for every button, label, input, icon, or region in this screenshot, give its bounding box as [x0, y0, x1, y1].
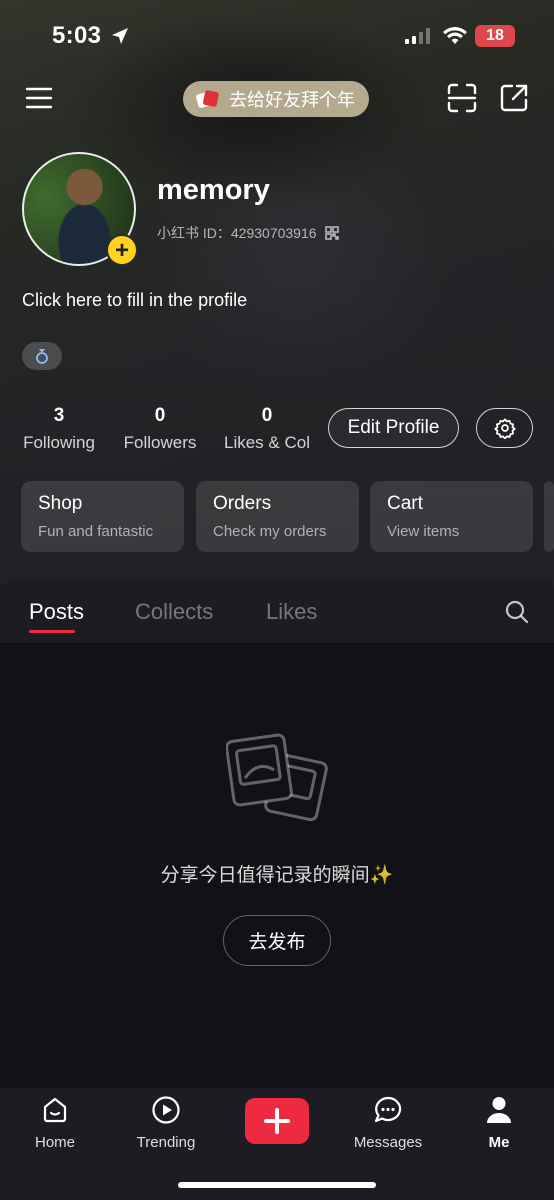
nav-me[interactable]: Me [449, 1092, 549, 1151]
cart-card[interactable]: Cart View items [370, 481, 533, 552]
publish-button[interactable]: 去发布 [223, 915, 331, 966]
scan-button[interactable] [444, 80, 480, 116]
nav-home-label: Home [34, 1134, 75, 1151]
nav-me-label: Me [488, 1134, 510, 1151]
tab-collects[interactable]: Collects [135, 599, 213, 625]
nav-trending-label: Trending [136, 1134, 196, 1151]
hamburger-menu-icon [25, 87, 53, 109]
user-icon [487, 1097, 511, 1123]
shop-card-title: Shop [38, 493, 83, 514]
top-bar: 去给好友拜个年 [0, 80, 554, 120]
bottom-navigation: Home Trending Messages Me [0, 1088, 554, 1200]
orders-card-title: Orders [213, 493, 272, 514]
likes-collects-count: 0 [261, 405, 273, 426]
profile-tag-chip[interactable] [22, 342, 62, 370]
avatar-container[interactable]: + [22, 152, 138, 266]
user-id-value: 42930703916 [230, 225, 317, 241]
qr-code-icon[interactable] [324, 226, 339, 240]
username: memory [157, 174, 270, 206]
search-icon[interactable] [504, 599, 530, 625]
cart-card-subtitle: View items [387, 523, 460, 540]
likes-collects-label: Likes & Col [224, 433, 310, 452]
followers-count: 0 [154, 405, 166, 426]
photos-placeholder-icon [226, 733, 328, 822]
shop-card[interactable]: Shop Fun and fantastic [21, 481, 184, 552]
gear-icon [493, 418, 516, 439]
orders-card-subtitle: Check my orders [213, 523, 327, 540]
orders-card[interactable]: Orders Check my orders [196, 481, 359, 552]
empty-state-message: 分享今日值得记录的瞬间✨ [160, 865, 394, 886]
followers-label: Followers [123, 433, 197, 452]
status-bar: 5:03 18 [0, 22, 554, 52]
nav-messages[interactable]: Messages [338, 1092, 438, 1151]
share-icon [500, 84, 528, 112]
user-id-label: 小红书 ID： [157, 225, 231, 241]
following-count: 3 [53, 405, 65, 426]
cart-card-title: Cart [387, 493, 423, 514]
following-label: Following [23, 433, 95, 452]
wifi-icon [443, 27, 467, 44]
battery-indicator: 18 [475, 25, 515, 47]
stat-following[interactable]: 3 Following [21, 405, 97, 453]
shop-card-subtitle: Fun and fantastic [38, 523, 154, 540]
greeting-pill-label: 去给好友拜个年 [229, 90, 355, 110]
create-post-button[interactable] [245, 1098, 309, 1144]
nav-messages-label: Messages [353, 1134, 423, 1151]
share-button[interactable] [496, 80, 532, 116]
nav-home[interactable]: Home [5, 1092, 105, 1151]
red-envelope-icon [196, 90, 219, 108]
user-id-row[interactable]: 小红书 ID：42930703916 [157, 223, 339, 243]
menu-button[interactable] [21, 80, 57, 116]
active-tab-indicator [29, 630, 75, 633]
location-arrow-icon [112, 28, 128, 44]
stat-followers[interactable]: 0 Followers [120, 405, 200, 453]
chat-icon [374, 1096, 402, 1123]
settings-button[interactable] [476, 408, 533, 448]
new-year-greeting-button[interactable]: 去给好友拜个年 [183, 81, 369, 117]
ring-icon [36, 349, 48, 364]
nav-trending[interactable]: Trending [116, 1092, 216, 1151]
plus-icon [264, 1108, 290, 1134]
stat-likes-collects[interactable]: 0 Likes & Col [221, 405, 313, 453]
home-icon [43, 1097, 67, 1123]
play-icon [152, 1096, 180, 1124]
edit-profile-button[interactable]: Edit Profile [328, 408, 459, 448]
tab-posts[interactable]: Posts [29, 599, 84, 625]
cellular-signal-icon [405, 28, 430, 44]
tab-likes[interactable]: Likes [266, 599, 317, 625]
more-card-peek[interactable] [544, 481, 554, 552]
profile-tabs: Posts Collects Likes [0, 580, 554, 643]
profile-bio[interactable]: Click here to fill in the profile [22, 290, 247, 311]
status-time: 5:03 [52, 22, 102, 49]
add-avatar-plus-icon[interactable]: + [106, 234, 138, 266]
home-indicator [178, 1182, 376, 1188]
scan-icon [447, 83, 477, 113]
